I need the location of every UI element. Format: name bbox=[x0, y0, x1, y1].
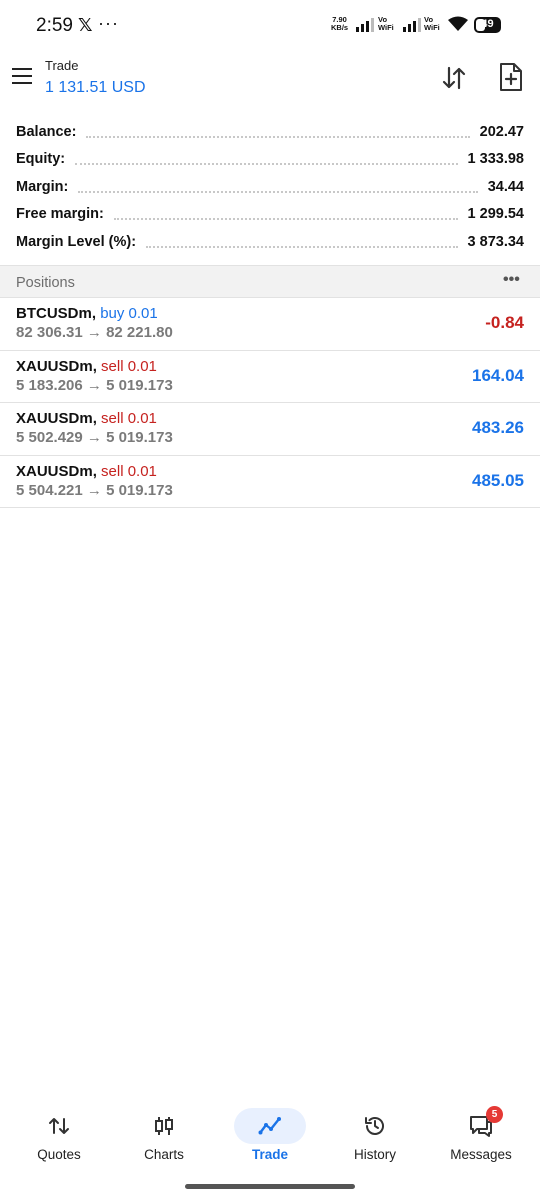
position-separator: , bbox=[92, 462, 97, 480]
positions-section-header: Positions ••• bbox=[0, 265, 540, 298]
history-icon bbox=[355, 1108, 395, 1144]
positions-title: Positions bbox=[16, 275, 75, 291]
nav-label: Charts bbox=[144, 1147, 184, 1162]
summary-value: 3 873.34 bbox=[467, 233, 524, 250]
summary-value: 34.44 bbox=[487, 178, 524, 195]
nav-messages[interactable]: 5 Messages bbox=[431, 1106, 531, 1168]
dotted-leader bbox=[75, 163, 458, 166]
nav-label: Trade bbox=[251, 1147, 289, 1162]
position-symbol: XAUUSDm bbox=[16, 410, 93, 427]
summary-row-margin: Margin: 34.44 bbox=[0, 173, 540, 201]
position-separator: , bbox=[91, 305, 97, 322]
nav-label: Messages bbox=[450, 1147, 512, 1162]
network-speed: 7.90 KB/s bbox=[331, 16, 348, 32]
page-title: Trade bbox=[45, 58, 79, 73]
position-row[interactable]: XAUUSDm, sell 0.01 5 504.221 → 5 019.173… bbox=[0, 456, 540, 508]
summary-value: 1 299.54 bbox=[467, 206, 524, 223]
x-app-icon: 𝕏 bbox=[78, 15, 93, 35]
position-prices: 5 183.206 → 5 019.173 bbox=[16, 376, 173, 394]
position-separator: , bbox=[92, 410, 97, 427]
summary-row-free-margin: Free margin: 1 299.54 bbox=[0, 201, 540, 229]
position-profit: -0.84 bbox=[485, 313, 524, 332]
position-row[interactable]: BTCUSDm, buy 0.01 82 306.31 → 82 221.80 … bbox=[0, 298, 540, 351]
position-title: BTCUSDm, buy 0.01 bbox=[16, 305, 158, 322]
position-row[interactable]: XAUUSDm, sell 0.01 5 502.429 → 5 019.173… bbox=[0, 403, 540, 456]
dotted-leader bbox=[86, 135, 470, 138]
header-balance: 1 131.51 USD bbox=[45, 79, 146, 96]
quotes-icon bbox=[39, 1108, 79, 1144]
position-type: sell 0.01 bbox=[101, 462, 157, 480]
position-prices: 82 306.31 → 82 221.80 bbox=[16, 324, 173, 341]
bottom-navigation: Quotes Charts Trade History 5 Messages bbox=[0, 1100, 540, 1172]
status-bar: 2:59 𝕏 ··· 7.90 KB/s Vo WiFi Vo WiFi 49 bbox=[0, 0, 540, 50]
summary-value: 202.47 bbox=[479, 123, 524, 140]
sort-icon[interactable] bbox=[440, 64, 468, 92]
position-type: sell 0.01 bbox=[101, 410, 157, 427]
position-title: XAUUSDm, sell 0.01 bbox=[16, 410, 157, 427]
summary-row-margin-level: Margin Level (%): 3 873.34 bbox=[0, 228, 540, 256]
position-separator: , bbox=[92, 357, 97, 375]
signal-icon-2 bbox=[403, 18, 421, 32]
position-profit: 485.05 bbox=[472, 470, 524, 490]
dotted-leader bbox=[146, 245, 458, 248]
position-symbol: BTCUSDm bbox=[16, 305, 92, 322]
trade-line-icon bbox=[234, 1108, 306, 1144]
summary-row-balance: Balance: 202.47 bbox=[0, 118, 540, 146]
summary-label: Free margin: bbox=[16, 206, 104, 223]
position-row[interactable]: XAUUSDm, sell 0.01 5 183.206 → 5 019.173… bbox=[0, 351, 540, 403]
vowifi-label-2: Vo WiFi bbox=[424, 16, 440, 32]
network-speed-unit: KB/s bbox=[331, 23, 349, 32]
position-prices: 5 502.429 → 5 019.173 bbox=[16, 429, 173, 446]
message-count-badge: 5 bbox=[486, 1106, 503, 1123]
candlestick-icon bbox=[144, 1108, 184, 1144]
summary-label: Equity: bbox=[16, 151, 66, 168]
nav-quotes[interactable]: Quotes bbox=[9, 1106, 109, 1168]
battery-level: 49 bbox=[481, 18, 494, 30]
vowifi-bottom-2: WiFi bbox=[424, 23, 440, 32]
summary-value: 1 333.98 bbox=[467, 151, 524, 168]
summary-label: Balance: bbox=[16, 123, 77, 140]
dotted-leader bbox=[78, 190, 478, 193]
vowifi-bottom: WiFi bbox=[378, 23, 394, 32]
nav-trade[interactable]: Trade bbox=[220, 1106, 320, 1168]
more-notifications-icon: ··· bbox=[98, 13, 119, 33]
wifi-icon bbox=[448, 16, 468, 31]
nav-label: History bbox=[353, 1147, 396, 1162]
app-header: Trade 1 131.51 USD bbox=[0, 50, 540, 110]
summary-label: Margin Level (%): bbox=[16, 233, 137, 250]
position-profit: 164.04 bbox=[472, 365, 524, 385]
position-symbol: XAUUSDm bbox=[16, 462, 93, 480]
new-order-icon[interactable] bbox=[498, 62, 524, 92]
nav-history[interactable]: History bbox=[325, 1106, 425, 1168]
dotted-leader bbox=[113, 218, 458, 221]
nav-label: Quotes bbox=[37, 1147, 81, 1162]
position-prices: 5 504.221 → 5 019.173 bbox=[16, 481, 173, 499]
position-profit: 483.26 bbox=[472, 418, 524, 437]
vowifi-label-1: Vo WiFi bbox=[378, 16, 394, 32]
position-type: buy 0.01 bbox=[100, 305, 158, 322]
status-time: 2:59 bbox=[36, 15, 73, 36]
position-title: XAUUSDm, sell 0.01 bbox=[16, 358, 157, 375]
nav-charts[interactable]: Charts bbox=[114, 1106, 214, 1168]
position-type: sell 0.01 bbox=[101, 357, 157, 375]
menu-icon[interactable] bbox=[12, 68, 32, 84]
position-title: XAUUSDm, sell 0.01 bbox=[16, 463, 157, 480]
signal-icon bbox=[356, 18, 374, 32]
battery-icon: 49 bbox=[474, 17, 501, 33]
home-indicator[interactable] bbox=[185, 1184, 355, 1189]
summary-row-equity: Equity: 1 333.98 bbox=[0, 146, 540, 174]
positions-list: BTCUSDm, buy 0.01 82 306.31 → 82 221.80 … bbox=[0, 298, 540, 508]
more-options-icon[interactable]: ••• bbox=[503, 271, 520, 289]
account-summary: Balance: 202.47 Equity: 1 333.98 Margin:… bbox=[0, 118, 540, 256]
position-symbol: XAUUSDm bbox=[16, 357, 93, 375]
summary-label: Margin: bbox=[16, 178, 69, 195]
